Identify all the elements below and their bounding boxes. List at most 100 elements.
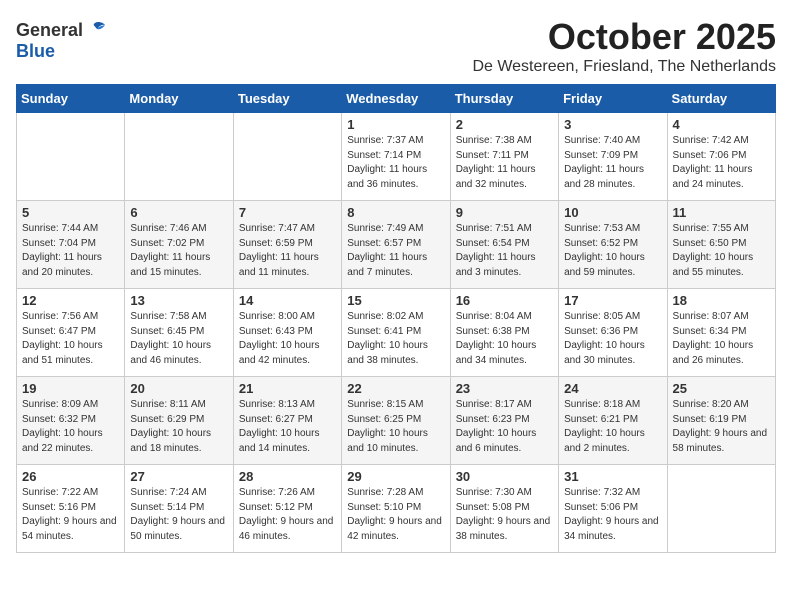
calendar-cell: 12 Sunrise: 7:56 AM Sunset: 6:47 PM Dayli…: [17, 289, 125, 377]
day-info: Sunrise: 8:15 AM Sunset: 6:25 PM Dayligh…: [347, 398, 444, 456]
day-info: Sunrise: 7:42 AM Sunset: 7:06 PM Dayligh…: [673, 134, 770, 192]
calendar-cell: 30Sunrise: 7:30 AM Sunset: 5:08 PM Dayli…: [450, 465, 558, 553]
calendar-subtitle: De Westereen, Friesland, The Netherlands: [472, 58, 776, 76]
day-info: Sunrise: 8:07 AM Sunset: 6:34 PM Dayligh…: [673, 310, 770, 368]
day-info: Sunrise: 8:18 AM Sunset: 6:21 PM Dayligh…: [564, 398, 661, 456]
calendar-cell: 1 Sunrise: 7:37 AM Sunset: 7:14 PM Daylig…: [342, 113, 450, 201]
calendar-cell: 8 Sunrise: 7:49 AM Sunset: 6:57 PM Daylig…: [342, 201, 450, 289]
calendar-cell: 22 Sunrise: 8:15 AM Sunset: 6:25 PM Dayli…: [342, 377, 450, 465]
calendar-cell: 20 Sunrise: 8:11 AM Sunset: 6:29 PM Dayli…: [125, 377, 233, 465]
day-number: 19: [22, 381, 119, 396]
day-number: 8: [347, 205, 444, 220]
day-info: Sunrise: 7:55 AM Sunset: 6:50 PM Dayligh…: [673, 222, 770, 280]
calendar-cell: [667, 465, 775, 553]
calendar-header: SundayMondayTuesdayWednesdayThursdayFrid…: [17, 85, 776, 113]
calendar-cell: 15Sunrise: 8:02 AM Sunset: 6:41 PM Dayli…: [342, 289, 450, 377]
day-number: 28: [239, 469, 336, 484]
day-info: Sunrise: 7:49 AM Sunset: 6:57 PM Dayligh…: [347, 222, 444, 280]
page-header: General Blue October 2025 De Westereen, …: [16, 16, 776, 76]
day-info: Sunrise: 7:46 AM Sunset: 7:02 PM Dayligh…: [130, 222, 227, 280]
week-row-1: 1 Sunrise: 7:37 AM Sunset: 7:14 PM Daylig…: [17, 113, 776, 201]
day-info: Sunrise: 7:38 AM Sunset: 7:11 PM Dayligh…: [456, 134, 553, 192]
header-row: SundayMondayTuesdayWednesdayThursdayFrid…: [17, 85, 776, 113]
calendar-cell: 5 Sunrise: 7:44 AM Sunset: 7:04 PM Daylig…: [17, 201, 125, 289]
day-info: Sunrise: 8:05 AM Sunset: 6:36 PM Dayligh…: [564, 310, 661, 368]
week-row-2: 5 Sunrise: 7:44 AM Sunset: 7:04 PM Daylig…: [17, 201, 776, 289]
calendar-body: 1 Sunrise: 7:37 AM Sunset: 7:14 PM Daylig…: [17, 113, 776, 553]
calendar-cell: [17, 113, 125, 201]
day-number: 7: [239, 205, 336, 220]
week-row-5: 26Sunrise: 7:22 AM Sunset: 5:16 PM Dayli…: [17, 465, 776, 553]
day-info: Sunrise: 8:09 AM Sunset: 6:32 PM Dayligh…: [22, 398, 119, 456]
day-number: 26: [22, 469, 119, 484]
day-number: 2: [456, 117, 553, 132]
day-info: Sunrise: 8:13 AM Sunset: 6:27 PM Dayligh…: [239, 398, 336, 456]
header-day-sunday: Sunday: [17, 85, 125, 113]
day-info: Sunrise: 7:30 AM Sunset: 5:08 PM Dayligh…: [456, 486, 553, 544]
day-number: 1: [347, 117, 444, 132]
calendar-cell: 17 Sunrise: 8:05 AM Sunset: 6:36 PM Dayli…: [559, 289, 667, 377]
header-day-wednesday: Wednesday: [342, 85, 450, 113]
day-info: Sunrise: 8:17 AM Sunset: 6:23 PM Dayligh…: [456, 398, 553, 456]
calendar-cell: 21Sunrise: 8:13 AM Sunset: 6:27 PM Dayli…: [233, 377, 341, 465]
calendar-cell: [125, 113, 233, 201]
day-info: Sunrise: 7:28 AM Sunset: 5:10 PM Dayligh…: [347, 486, 444, 544]
day-number: 23: [456, 381, 553, 396]
day-number: 11: [673, 205, 770, 220]
day-number: 20: [130, 381, 227, 396]
calendar-cell: 11 Sunrise: 7:55 AM Sunset: 6:50 PM Dayli…: [667, 201, 775, 289]
day-number: 10: [564, 205, 661, 220]
day-info: Sunrise: 7:37 AM Sunset: 7:14 PM Dayligh…: [347, 134, 444, 192]
day-info: Sunrise: 8:20 AM Sunset: 6:19 PM Dayligh…: [673, 398, 770, 456]
day-info: Sunrise: 7:44 AM Sunset: 7:04 PM Dayligh…: [22, 222, 119, 280]
day-info: Sunrise: 7:32 AM Sunset: 5:06 PM Dayligh…: [564, 486, 661, 544]
header-day-monday: Monday: [125, 85, 233, 113]
day-info: Sunrise: 7:56 AM Sunset: 6:47 PM Dayligh…: [22, 310, 119, 368]
calendar-cell: 14 Sunrise: 8:00 AM Sunset: 6:43 PM Dayli…: [233, 289, 341, 377]
day-number: 17: [564, 293, 661, 308]
calendar-title: October 2025: [472, 16, 776, 58]
calendar-cell: 24Sunrise: 8:18 AM Sunset: 6:21 PM Dayli…: [559, 377, 667, 465]
day-number: 22: [347, 381, 444, 396]
day-number: 5: [22, 205, 119, 220]
calendar-cell: 9 Sunrise: 7:51 AM Sunset: 6:54 PM Daylig…: [450, 201, 558, 289]
day-info: Sunrise: 7:53 AM Sunset: 6:52 PM Dayligh…: [564, 222, 661, 280]
day-info: Sunrise: 8:00 AM Sunset: 6:43 PM Dayligh…: [239, 310, 336, 368]
day-number: 29: [347, 469, 444, 484]
day-number: 16: [456, 293, 553, 308]
day-number: 9: [456, 205, 553, 220]
day-number: 25: [673, 381, 770, 396]
calendar-cell: 27Sunrise: 7:24 AM Sunset: 5:14 PM Dayli…: [125, 465, 233, 553]
day-number: 13: [130, 293, 227, 308]
day-info: Sunrise: 7:40 AM Sunset: 7:09 PM Dayligh…: [564, 134, 661, 192]
day-info: Sunrise: 7:47 AM Sunset: 6:59 PM Dayligh…: [239, 222, 336, 280]
calendar-cell: 19 Sunrise: 8:09 AM Sunset: 6:32 PM Dayli…: [17, 377, 125, 465]
calendar-cell: 4 Sunrise: 7:42 AM Sunset: 7:06 PM Daylig…: [667, 113, 775, 201]
header-day-friday: Friday: [559, 85, 667, 113]
header-day-saturday: Saturday: [667, 85, 775, 113]
day-info: Sunrise: 7:24 AM Sunset: 5:14 PM Dayligh…: [130, 486, 227, 544]
day-info: Sunrise: 8:04 AM Sunset: 6:38 PM Dayligh…: [456, 310, 553, 368]
logo-bird-icon: [85, 21, 107, 39]
day-number: 31: [564, 469, 661, 484]
day-info: Sunrise: 7:51 AM Sunset: 6:54 PM Dayligh…: [456, 222, 553, 280]
day-info: Sunrise: 7:58 AM Sunset: 6:45 PM Dayligh…: [130, 310, 227, 368]
calendar-cell: 28Sunrise: 7:26 AM Sunset: 5:12 PM Dayli…: [233, 465, 341, 553]
logo-blue-text: Blue: [16, 41, 55, 61]
day-number: 4: [673, 117, 770, 132]
calendar-cell: [233, 113, 341, 201]
calendar-cell: 16 Sunrise: 8:04 AM Sunset: 6:38 PM Dayli…: [450, 289, 558, 377]
calendar-cell: 10 Sunrise: 7:53 AM Sunset: 6:52 PM Dayli…: [559, 201, 667, 289]
calendar-cell: 26Sunrise: 7:22 AM Sunset: 5:16 PM Dayli…: [17, 465, 125, 553]
day-number: 3: [564, 117, 661, 132]
day-number: 14: [239, 293, 336, 308]
day-number: 12: [22, 293, 119, 308]
calendar-cell: 3 Sunrise: 7:40 AM Sunset: 7:09 PM Daylig…: [559, 113, 667, 201]
calendar-cell: 6Sunrise: 7:46 AM Sunset: 7:02 PM Daylig…: [125, 201, 233, 289]
calendar-cell: 25 Sunrise: 8:20 AM Sunset: 6:19 PM Dayli…: [667, 377, 775, 465]
logo: General Blue: [16, 20, 107, 62]
calendar-cell: 13 Sunrise: 7:58 AM Sunset: 6:45 PM Dayli…: [125, 289, 233, 377]
header-day-tuesday: Tuesday: [233, 85, 341, 113]
header-day-thursday: Thursday: [450, 85, 558, 113]
day-info: Sunrise: 8:11 AM Sunset: 6:29 PM Dayligh…: [130, 398, 227, 456]
